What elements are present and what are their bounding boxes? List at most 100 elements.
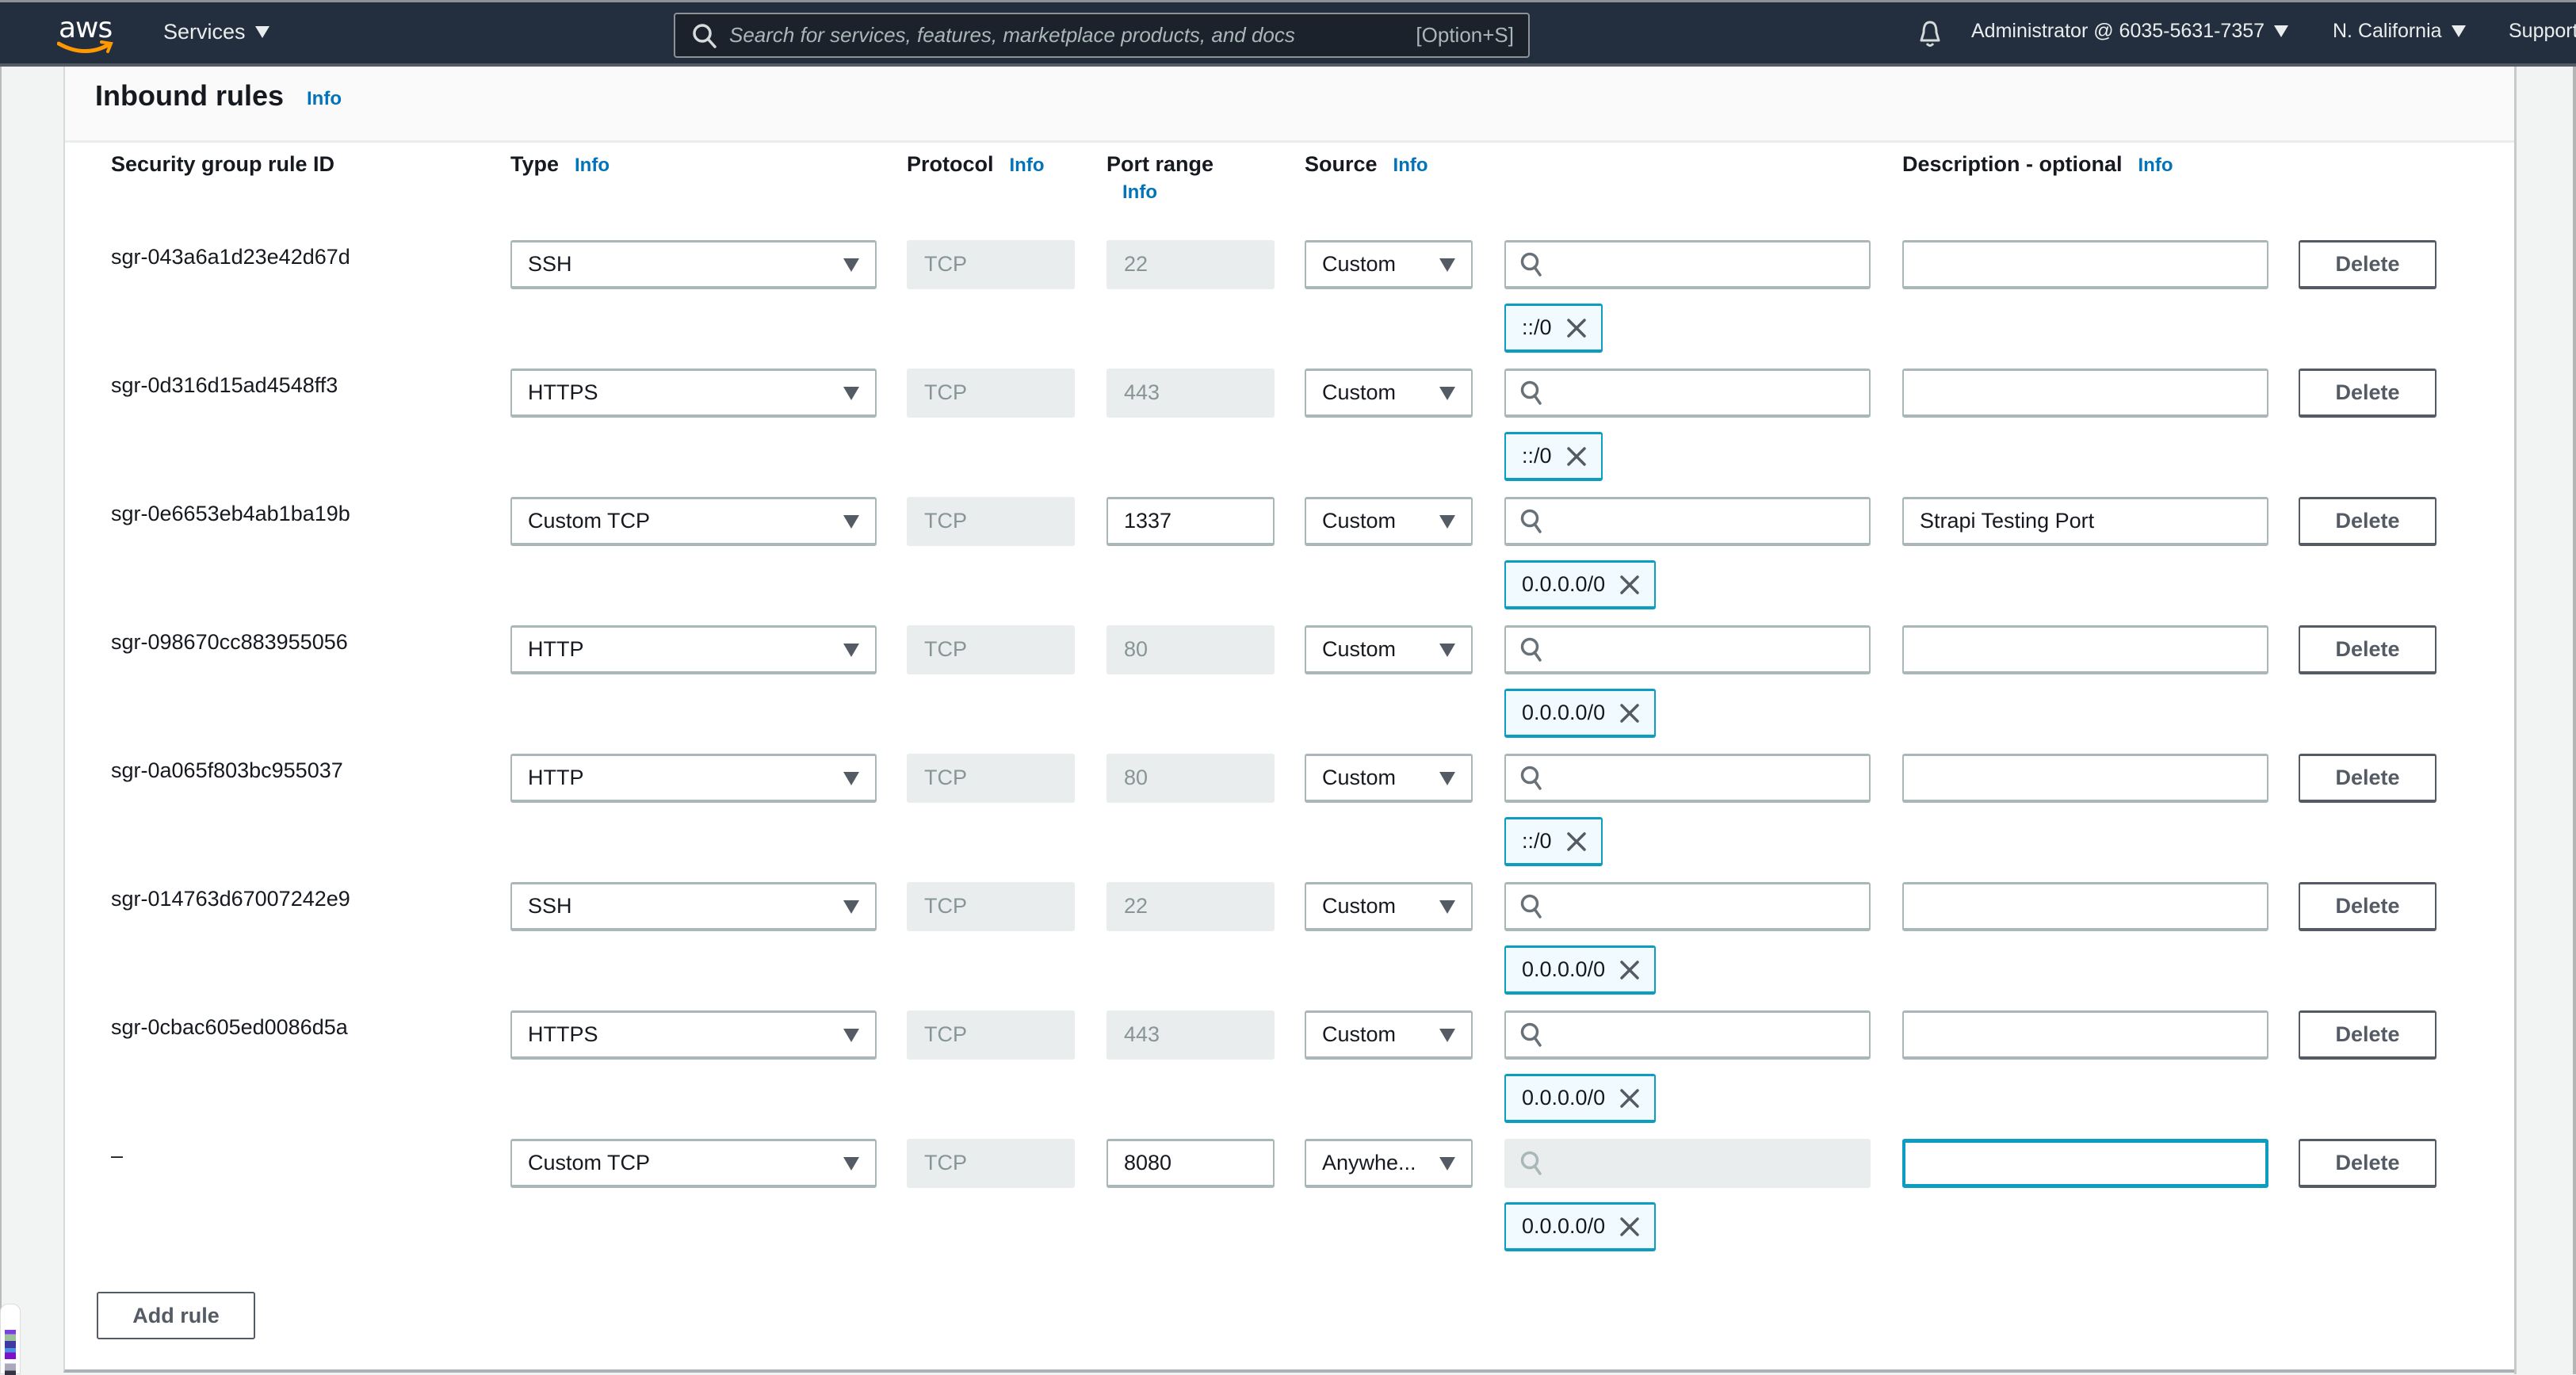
cidr-token: ::/0 xyxy=(1504,432,1603,481)
support-label: Support xyxy=(2509,20,2576,42)
port-range-value: 80 xyxy=(1124,766,1148,789)
type-select[interactable]: Custom TCP xyxy=(510,1139,877,1188)
support-menu[interactable]: Support xyxy=(2509,20,2576,43)
caret-down-icon xyxy=(1439,900,1455,914)
delete-rule-button[interactable]: Delete xyxy=(2299,882,2436,931)
description-input[interactable] xyxy=(1902,882,2268,931)
cidr-token: ::/0 xyxy=(1504,817,1603,866)
caret-down-icon xyxy=(1439,1029,1455,1042)
type-select[interactable]: HTTPS xyxy=(510,369,877,418)
port-range-input[interactable]: 8080 xyxy=(1106,1139,1275,1188)
remove-token-icon[interactable] xyxy=(1619,1216,1640,1237)
protocol-value: TCP xyxy=(924,380,967,404)
delete-rule-button[interactable]: Delete xyxy=(2299,497,2436,546)
source-select[interactable]: Custom xyxy=(1305,625,1473,674)
services-label: Services xyxy=(163,20,246,44)
search-icon xyxy=(693,23,717,48)
protocol-field: TCP xyxy=(907,240,1075,289)
port-range-input: 443 xyxy=(1106,1010,1275,1060)
column-header-port-range: Port range Info xyxy=(1106,152,1213,204)
remove-token-icon[interactable] xyxy=(1619,1088,1640,1109)
description-input[interactable] xyxy=(1902,754,2268,803)
description-input[interactable] xyxy=(1902,1139,2268,1188)
services-menu[interactable]: Services xyxy=(163,20,269,44)
description-info-link[interactable]: Info xyxy=(2138,155,2173,176)
type-value: SSH xyxy=(528,252,572,276)
type-info-link[interactable]: Info xyxy=(575,155,610,176)
notifications-bell-icon[interactable] xyxy=(1918,20,1942,48)
source-cidr-search-input[interactable] xyxy=(1504,625,1871,674)
port-range-value: 8080 xyxy=(1124,1151,1172,1174)
type-select[interactable]: HTTP xyxy=(510,754,877,803)
search-shortcut: [Option+S] xyxy=(1416,23,1514,47)
remove-token-icon[interactable] xyxy=(1619,960,1640,980)
source-select[interactable]: Anywhe... xyxy=(1305,1139,1473,1188)
caret-down-icon xyxy=(1439,387,1455,400)
type-select[interactable]: SSH xyxy=(510,240,877,289)
delete-rule-button[interactable]: Delete xyxy=(2299,1139,2436,1188)
info-link[interactable]: Info xyxy=(307,88,342,110)
protocol-value: TCP xyxy=(924,894,967,918)
rule-row: sgr-014763d67007242e9 SSH TCP 22 Custom … xyxy=(65,882,2514,1009)
protocol-field: TCP xyxy=(907,625,1075,674)
rule-row: sgr-0e6653eb4ab1ba19b Custom TCP TCP 133… xyxy=(65,497,2514,624)
delete-rule-button[interactable]: Delete xyxy=(2299,369,2436,418)
rule-id: sgr-0e6653eb4ab1ba19b xyxy=(111,502,350,525)
delete-rule-button[interactable]: Delete xyxy=(2299,625,2436,674)
region-menu[interactable]: N. California xyxy=(2333,20,2466,43)
description-input[interactable]: Strapi Testing Port xyxy=(1902,497,2268,546)
delete-rule-button[interactable]: Delete xyxy=(2299,1010,2436,1060)
source-select[interactable]: Custom xyxy=(1305,240,1473,289)
source-value: Custom xyxy=(1322,509,1397,533)
remove-token-icon[interactable] xyxy=(1566,831,1587,852)
delete-rule-button[interactable]: Delete xyxy=(2299,240,2436,289)
source-select[interactable]: Custom xyxy=(1305,882,1473,931)
description-input[interactable] xyxy=(1902,625,2268,674)
source-cidr-search-input[interactable] xyxy=(1504,369,1871,418)
port-range-input: 22 xyxy=(1106,240,1275,289)
type-select[interactable]: Custom TCP xyxy=(510,497,877,546)
cidr-value: 0.0.0.0/0 xyxy=(1522,572,1606,596)
description-input[interactable] xyxy=(1902,369,2268,418)
description-input[interactable] xyxy=(1902,1010,2268,1060)
port-range-input: 443 xyxy=(1106,369,1275,418)
port-range-info-link[interactable]: Info xyxy=(1122,181,1213,204)
add-rule-button[interactable]: Add rule xyxy=(97,1292,255,1339)
floating-widget[interactable] xyxy=(0,1304,21,1375)
type-select[interactable]: HTTPS xyxy=(510,1010,877,1060)
type-select[interactable]: SSH xyxy=(510,882,877,931)
protocol-value: TCP xyxy=(924,1022,967,1046)
source-select[interactable]: Custom xyxy=(1305,754,1473,803)
remove-token-icon[interactable] xyxy=(1619,575,1640,595)
description-input[interactable] xyxy=(1902,240,2268,289)
source-cidr-search-input[interactable] xyxy=(1504,497,1871,546)
source-cidr-search-input[interactable] xyxy=(1504,882,1871,931)
type-value: SSH xyxy=(528,894,572,918)
search-icon xyxy=(1520,1022,1542,1047)
remove-token-icon[interactable] xyxy=(1566,318,1587,338)
aws-smile-icon xyxy=(57,40,113,54)
source-cidr-search-input[interactable] xyxy=(1504,1010,1871,1060)
remove-token-icon[interactable] xyxy=(1566,446,1587,467)
search-icon xyxy=(1520,894,1542,919)
column-label: Port range xyxy=(1106,152,1214,176)
protocol-info-link[interactable]: Info xyxy=(1010,155,1045,176)
remove-token-icon[interactable] xyxy=(1619,703,1640,724)
rule-id: sgr-043a6a1d23e42d67d xyxy=(111,245,350,269)
port-range-input[interactable]: 1337 xyxy=(1106,497,1275,546)
source-cidr-search-input[interactable] xyxy=(1504,240,1871,289)
source-select[interactable]: Custom xyxy=(1305,369,1473,418)
protocol-value: TCP xyxy=(924,252,967,276)
source-select[interactable]: Custom xyxy=(1305,497,1473,546)
rule-row: sgr-0a065f803bc955037 HTTP TCP 80 Custom… xyxy=(65,754,2514,880)
aws-logo[interactable]: aws xyxy=(55,12,116,55)
delete-rule-button[interactable]: Delete xyxy=(2299,754,2436,803)
source-cidr-search-input[interactable] xyxy=(1504,754,1871,803)
cidr-value: 0.0.0.0/0 xyxy=(1522,701,1606,724)
source-select[interactable]: Custom xyxy=(1305,1010,1473,1060)
account-menu[interactable]: Administrator @ 6035-5631-7357 xyxy=(1971,20,2289,43)
source-info-link[interactable]: Info xyxy=(1393,155,1428,176)
cidr-value: 0.0.0.0/0 xyxy=(1522,1214,1606,1238)
type-select[interactable]: HTTP xyxy=(510,625,877,674)
global-search-input[interactable]: Search for services, features, marketpla… xyxy=(674,13,1530,58)
